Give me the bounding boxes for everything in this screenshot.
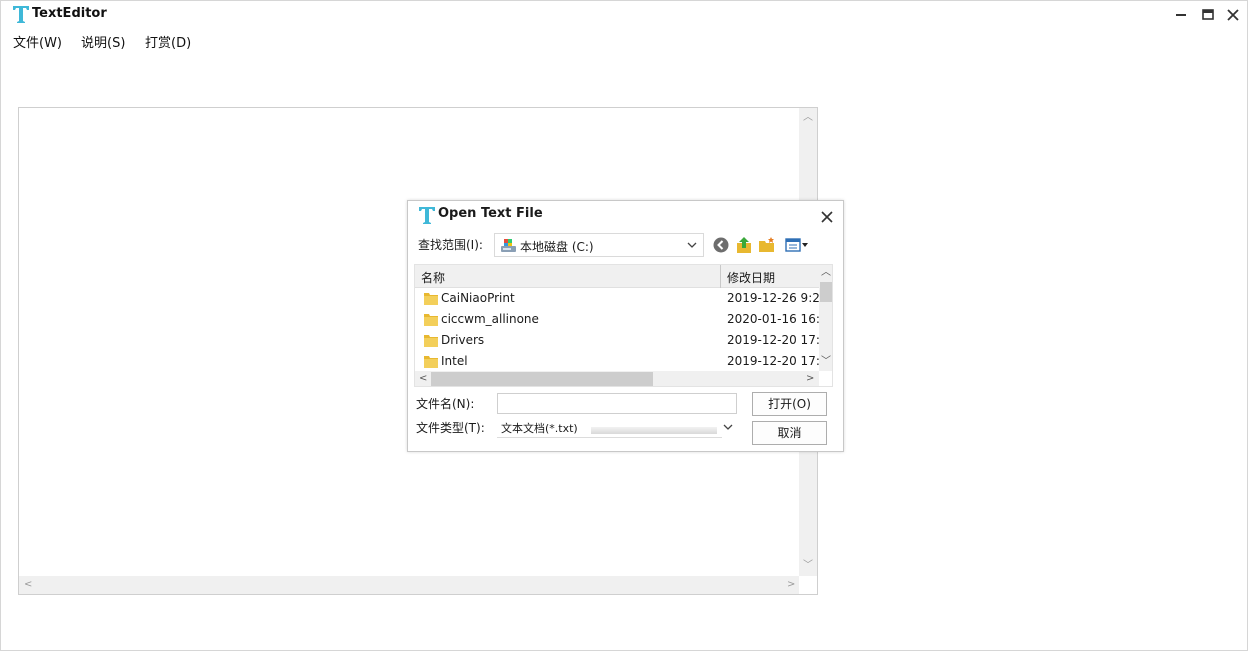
new-folder-icon[interactable] (758, 236, 776, 254)
main-window: TextEditor 文件(W) 说明(S) 打赏(D) ︿ ﹀ < > Ope… (0, 0, 1248, 651)
look-in-label: 查找范围(I): (418, 238, 483, 252)
scroll-left-icon[interactable]: < (419, 374, 427, 384)
chevron-down-icon[interactable] (722, 421, 734, 433)
dialog-title: Open Text File (438, 206, 543, 221)
folder-icon (424, 356, 438, 368)
minimize-icon[interactable] (1173, 7, 1189, 23)
scroll-right-icon[interactable]: > (787, 580, 795, 590)
menu-bar: 文件(W) 说明(S) 打赏(D) (1, 30, 401, 52)
column-divider[interactable] (720, 265, 721, 288)
list-item[interactable]: ciccwm_allinone 2020-01-16 16:0 (415, 309, 819, 330)
file-date: 2019-12-26 9:27 (727, 291, 819, 305)
app-title: TextEditor (32, 6, 107, 21)
dialog-logo-icon (419, 207, 435, 224)
file-name: Drivers (441, 333, 485, 347)
filename-label: 文件名(N): (416, 397, 475, 411)
up-folder-icon[interactable] (735, 236, 753, 254)
list-item[interactable]: Drivers 2019-12-20 17:4 (415, 330, 819, 351)
open-file-dialog: Open Text File 查找范围(I): 本地磁盘 (C:) 名称 修改日… (407, 200, 844, 452)
filename-input[interactable] (497, 393, 737, 414)
filetype-label: 文件类型(T): (416, 421, 485, 435)
menu-donate[interactable]: 打赏(D) (145, 32, 191, 51)
scroll-down-icon[interactable]: ﹀ (821, 357, 831, 367)
file-list[interactable]: 名称 修改日期 CaiNiaoPrint 2019-12-26 9:27 cic… (414, 264, 833, 387)
scroll-up-icon[interactable]: ︿ (821, 268, 831, 278)
list-item[interactable]: CaiNiaoPrint 2019-12-26 9:27 (415, 288, 819, 309)
view-menu-icon[interactable] (784, 236, 810, 254)
maximize-icon[interactable] (1200, 7, 1216, 23)
folder-icon (424, 335, 438, 347)
list-horizontal-scrollbar[interactable]: < > (415, 371, 819, 386)
column-name-header[interactable]: 名称 (421, 269, 445, 286)
scroll-thumb[interactable] (431, 372, 653, 386)
filetype-value: 文本文档(*.txt) (501, 422, 578, 435)
list-header: 名称 修改日期 (415, 265, 819, 288)
open-button[interactable]: 打开(O) (752, 392, 827, 416)
menu-file[interactable]: 文件(W) (13, 32, 62, 51)
file-name: Intel (441, 354, 468, 368)
scroll-up-icon[interactable]: ︿ (803, 113, 813, 123)
scroll-down-icon[interactable]: ﹀ (803, 561, 813, 571)
scroll-right-icon[interactable]: > (806, 374, 814, 384)
folder-icon (424, 293, 438, 305)
folder-icon (424, 314, 438, 326)
cancel-button[interactable]: 取消 (752, 421, 827, 445)
list-item[interactable]: Intel 2019-12-20 17:4 (415, 351, 819, 372)
drive-icon (501, 239, 516, 252)
chevron-down-icon[interactable] (686, 239, 698, 251)
file-date: 2020-01-16 16:0 (727, 312, 819, 326)
menu-help[interactable]: 说明(S) (81, 32, 125, 51)
list-vertical-scrollbar[interactable]: ︿ ﹀ (819, 265, 832, 371)
scroll-left-icon[interactable]: < (24, 580, 32, 590)
file-name: CaiNiaoPrint (441, 291, 515, 305)
look-in-select[interactable]: 本地磁盘 (C:) (494, 233, 704, 257)
filetype-highlight (591, 427, 717, 434)
back-icon[interactable] (712, 236, 730, 254)
app-logo-icon (13, 6, 29, 23)
look-in-value: 本地磁盘 (C:) (520, 240, 594, 254)
scroll-corner (799, 576, 817, 594)
title-bar: TextEditor (1, 1, 1247, 29)
filetype-select[interactable]: 文本文档(*.txt) (497, 417, 737, 438)
column-date-header[interactable]: 修改日期 (727, 269, 775, 286)
file-date: 2019-12-20 17:4 (727, 354, 819, 368)
filetype-underline (497, 437, 722, 438)
file-name: ciccwm_allinone (441, 312, 539, 326)
file-date: 2019-12-20 17:4 (727, 333, 819, 347)
editor-horizontal-scrollbar[interactable]: < > (19, 576, 799, 594)
close-icon[interactable] (1225, 7, 1241, 23)
scroll-thumb[interactable] (820, 282, 832, 302)
dialog-close-icon[interactable] (820, 210, 834, 224)
